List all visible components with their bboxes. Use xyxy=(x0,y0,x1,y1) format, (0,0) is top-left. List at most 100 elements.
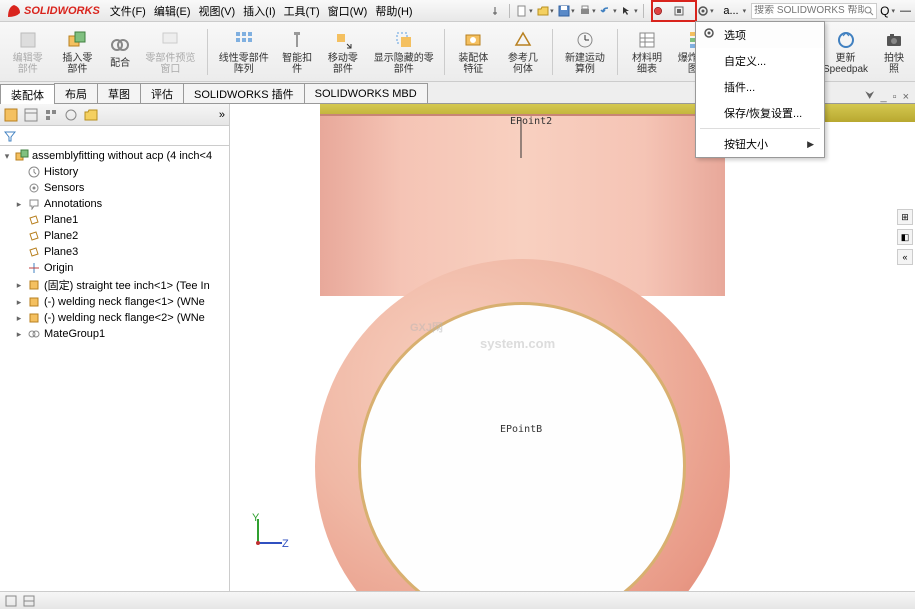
right-rail-button-3[interactable]: « xyxy=(897,249,913,265)
open-button[interactable]: ▾ xyxy=(535,2,555,20)
separator xyxy=(444,29,445,75)
close-tabs-button[interactable]: × xyxy=(903,91,909,103)
menu-help[interactable]: 帮助(H) xyxy=(371,1,416,21)
collapse-icon[interactable]: ▾ xyxy=(2,151,12,162)
bom-button[interactable]: 材料明细表 xyxy=(623,25,671,79)
linear-pattern-button[interactable]: 线性零部件阵列 xyxy=(212,25,275,79)
right-rail-button-2[interactable]: ◧ xyxy=(897,229,913,245)
plane-icon xyxy=(28,230,40,242)
help-button[interactable]: Q xyxy=(880,4,889,18)
right-rail-button-1[interactable]: ⊞ xyxy=(897,209,913,225)
ds-logo-icon xyxy=(6,3,22,19)
pin-icon[interactable] xyxy=(485,2,505,20)
doc-dropdown-icon[interactable]: ▾ xyxy=(743,7,747,15)
rebuild-button[interactable] xyxy=(648,2,668,20)
menu-window[interactable]: 窗口(W) xyxy=(324,1,372,21)
sensors-icon xyxy=(28,182,40,194)
menu-file[interactable]: 文件(F) xyxy=(106,1,150,21)
tab-assembly[interactable]: 装配体 xyxy=(0,84,55,104)
tab-evaluate[interactable]: 评估 xyxy=(140,83,184,103)
tree-annotations[interactable]: ▸Annotations xyxy=(2,196,227,212)
filter-bar xyxy=(0,126,229,146)
smart-fasteners-button[interactable]: 智能扣件 xyxy=(277,25,317,79)
feature-tree-tab-icon[interactable] xyxy=(4,108,18,122)
tree-part-flange1[interactable]: ▸(-) welding neck flange<1> (WNe xyxy=(2,294,227,310)
tree-history[interactable]: History xyxy=(2,164,227,180)
separator xyxy=(643,4,644,18)
dropdown-addins[interactable]: 插件... xyxy=(696,74,824,100)
tab-sketch[interactable]: 草图 xyxy=(97,83,141,103)
reference-geometry-button[interactable]: 参考几何体 xyxy=(499,25,547,79)
dropdown-save-restore[interactable]: 保存/恢复设置... xyxy=(696,100,824,126)
edit-component-button[interactable]: 编辑零部件 xyxy=(4,25,52,79)
folder-tab-icon[interactable] xyxy=(84,108,98,122)
expand-icon[interactable]: ▸ xyxy=(14,297,24,308)
display-tab-icon[interactable] xyxy=(64,108,78,122)
snapshot-button[interactable]: 拍快照 xyxy=(877,25,911,79)
tree-origin[interactable]: Origin xyxy=(2,260,227,276)
new-doc-button[interactable]: ▾ xyxy=(514,2,534,20)
feature-tree: ▾ assemblyfitting without acp (4 inch<4 … xyxy=(0,146,229,591)
mates-icon xyxy=(28,328,40,340)
new-motion-study-button[interactable]: 新建运动算例 xyxy=(557,25,612,79)
menu-insert[interactable]: 插入(I) xyxy=(239,1,279,21)
tree-plane2[interactable]: Plane2 xyxy=(2,228,227,244)
dropdown-customize[interactable]: 自定义... xyxy=(696,48,824,74)
app-name: SOLIDWORKS xyxy=(24,5,100,17)
expand-icon[interactable]: ▸ xyxy=(14,280,24,291)
svg-text:Z: Z xyxy=(282,538,289,550)
insert-component-button[interactable]: 插入零部件 xyxy=(54,25,102,79)
tree-part-flange2[interactable]: ▸(-) welding neck flange<2> (WNe xyxy=(2,310,227,326)
save-button[interactable]: ▾ xyxy=(556,2,576,20)
expand-icon[interactable]: ▸ xyxy=(14,329,24,340)
minimize-button[interactable]: — xyxy=(900,5,911,17)
search-box[interactable] xyxy=(751,3,877,19)
tab-options-button[interactable]: ▫ xyxy=(893,91,897,103)
assembly-features-button[interactable]: 装配体特征 xyxy=(450,25,498,79)
expand-tabs-button[interactable]: ⮟ xyxy=(865,90,874,103)
graphics-viewport[interactable]: EPoint2 EPointB GXJ网 system.com Y Z xyxy=(230,104,915,591)
mate-button[interactable]: 配合 xyxy=(103,25,137,79)
gear-button[interactable]: ▾ xyxy=(690,2,720,20)
property-tab-icon[interactable] xyxy=(24,108,38,122)
menu-tools[interactable]: 工具(T) xyxy=(280,1,324,21)
separator xyxy=(617,29,618,75)
tree-root[interactable]: ▾ assemblyfitting without acp (4 inch<4 xyxy=(2,148,227,164)
model-geometry xyxy=(320,104,725,584)
dropdown-button-size[interactable]: 按钮大小▶ xyxy=(696,131,824,157)
search-input[interactable] xyxy=(754,5,864,16)
show-hidden-button[interactable]: 显示隐藏的零部件 xyxy=(369,25,439,79)
print-button[interactable]: ▾ xyxy=(577,2,597,20)
options-button[interactable] xyxy=(669,2,689,20)
separator xyxy=(207,29,208,75)
status-icon-2[interactable] xyxy=(22,594,36,608)
minimize-tabs-button[interactable]: _ xyxy=(881,91,887,103)
expand-icon[interactable]: ▸ xyxy=(14,313,24,324)
tree-plane3[interactable]: Plane3 xyxy=(2,244,227,260)
tree-plane1[interactable]: Plane1 xyxy=(2,212,227,228)
tree-part-tee[interactable]: ▸(固定) straight tee inch<1> (Tee In xyxy=(2,276,227,294)
tab-controls: ⮟ _ ▫ × xyxy=(859,90,915,103)
tab-sw-addins[interactable]: SOLIDWORKS 插件 xyxy=(183,83,305,103)
undo-button[interactable]: ▾ xyxy=(598,2,618,20)
panel-overflow-icon[interactable]: » xyxy=(219,109,225,121)
preview-window-button[interactable]: 零部件预览窗口 xyxy=(139,25,202,79)
menu-edit[interactable]: 编辑(E) xyxy=(150,1,195,21)
expand-icon[interactable]: ▸ xyxy=(14,199,24,210)
pointb-label: EPointB xyxy=(500,424,542,435)
part-icon xyxy=(28,279,40,291)
tab-layout[interactable]: 布局 xyxy=(54,83,98,103)
move-component-button[interactable]: 移动零部件 xyxy=(319,25,367,79)
filter-icon[interactable] xyxy=(4,130,16,142)
plane-icon xyxy=(28,214,40,226)
dropdown-options[interactable]: 选项 xyxy=(696,22,824,48)
status-icon-1[interactable] xyxy=(4,594,18,608)
select-button[interactable]: ▾ xyxy=(619,2,639,20)
app-logo: SOLIDWORKS xyxy=(0,3,106,19)
tree-mates[interactable]: ▸MateGroup1 xyxy=(2,326,227,342)
tab-sw-mbd[interactable]: SOLIDWORKS MBD xyxy=(304,83,428,103)
menu-view[interactable]: 视图(V) xyxy=(195,1,240,21)
config-tab-icon[interactable] xyxy=(44,108,58,122)
separator xyxy=(509,4,510,18)
tree-sensors[interactable]: Sensors xyxy=(2,180,227,196)
